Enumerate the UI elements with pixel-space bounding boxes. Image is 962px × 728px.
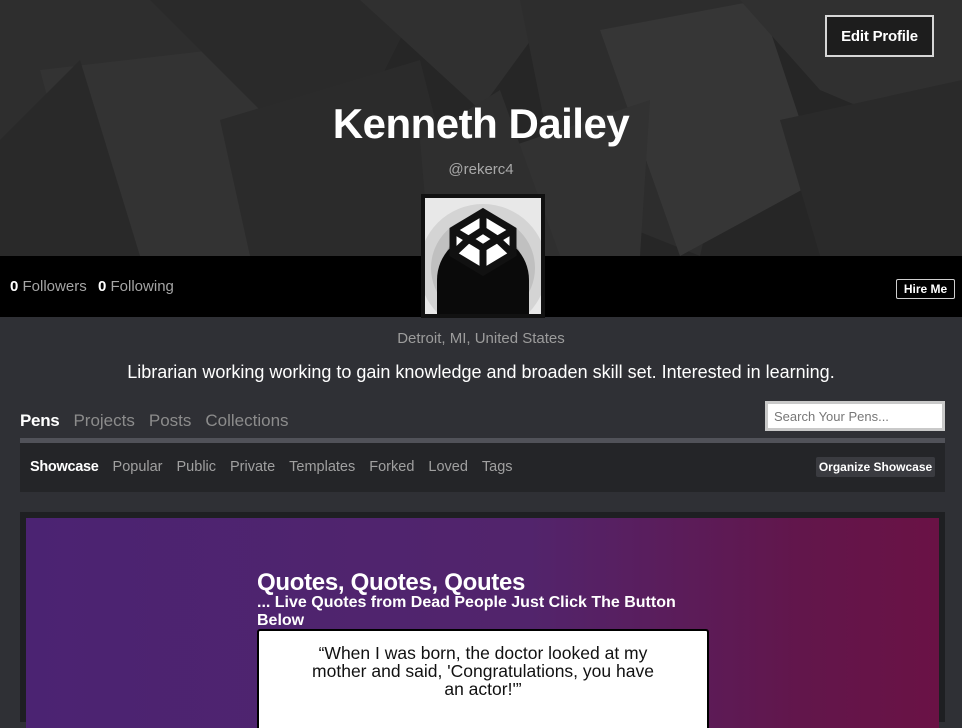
- showcase-title: Quotes, Quotes, Qoutes: [257, 569, 526, 596]
- profile-tabs: Pens Projects Posts Collections: [20, 411, 289, 431]
- codepen-cube-logo-icon: [425, 198, 541, 314]
- profile-bio: Librarian working working to gain knowle…: [127, 362, 835, 382]
- subtab-public[interactable]: Public: [177, 459, 217, 475]
- subtab-popular[interactable]: Popular: [113, 459, 163, 475]
- tab-pens[interactable]: Pens: [20, 411, 60, 431]
- avatar[interactable]: [421, 194, 545, 318]
- organize-showcase-button[interactable]: Organize Showcase: [816, 457, 935, 477]
- subtab-templates[interactable]: Templates: [289, 459, 355, 475]
- following-count: 0: [98, 278, 107, 295]
- followers-label: Followers: [22, 278, 87, 295]
- subtab-private[interactable]: Private: [230, 459, 275, 475]
- followers-count: 0: [10, 278, 19, 295]
- search-pens-input[interactable]: [765, 401, 945, 431]
- showcase-subtitle: ... Live Quotes from Dead People Just Cl…: [257, 594, 676, 629]
- hire-me-button[interactable]: Hire Me: [896, 279, 955, 299]
- quote-text: “When I was born, the doctor looked at m…: [312, 643, 654, 699]
- subtab-tags[interactable]: Tags: [482, 459, 513, 475]
- pens-subnav: Showcase Popular Public Private Template…: [20, 443, 945, 492]
- profile-handle: @rekerc4: [448, 161, 514, 178]
- showcase-pen-preview[interactable]: Quotes, Quotes, Qoutes ... Live Quotes f…: [26, 518, 939, 728]
- subtab-forked[interactable]: Forked: [369, 459, 414, 475]
- tab-collections[interactable]: Collections: [205, 411, 288, 431]
- profile-name: Kenneth Dailey: [332, 100, 630, 147]
- edit-profile-button[interactable]: Edit Profile: [825, 15, 934, 57]
- tab-posts[interactable]: Posts: [149, 411, 192, 431]
- following-link[interactable]: 0 Following: [98, 278, 174, 295]
- showcase-card-frame: Quotes, Quotes, Qoutes ... Live Quotes f…: [20, 512, 945, 728]
- followers-link[interactable]: 0 Followers: [10, 278, 87, 295]
- profile-location: Detroit, MI, United States: [397, 330, 565, 347]
- tab-projects[interactable]: Projects: [73, 411, 134, 431]
- following-label: Following: [110, 278, 174, 295]
- quote-box: “When I was born, the doctor looked at m…: [257, 629, 709, 728]
- subtab-showcase[interactable]: Showcase: [30, 459, 99, 475]
- subtab-loved[interactable]: Loved: [428, 459, 468, 475]
